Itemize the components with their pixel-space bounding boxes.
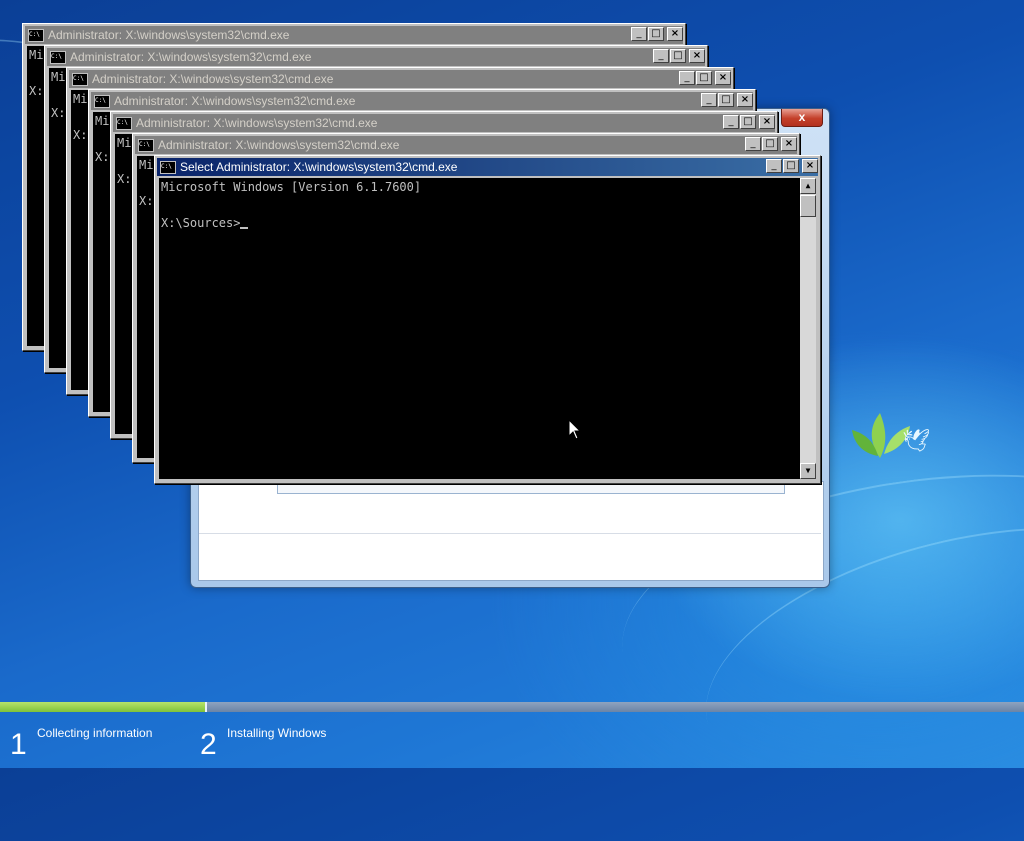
mouse-pointer-icon bbox=[568, 419, 582, 440]
cmd-title-bar[interactable]: C:\ Administrator: X:\windows\system32\cm… bbox=[47, 48, 705, 66]
step-label: Collecting information bbox=[37, 726, 153, 740]
window-controls: _ □ × bbox=[652, 49, 705, 63]
setup-separator bbox=[199, 533, 821, 534]
maximize-button[interactable]: □ bbox=[762, 137, 778, 151]
minimize-button[interactable]: _ bbox=[631, 27, 647, 41]
window-controls: _ □ × bbox=[722, 115, 775, 129]
cmd-title-bar[interactable]: C:\ Administrator: X:\windows\system32\cm… bbox=[113, 114, 775, 132]
cmd-window-active[interactable]: C:\ Select Administrator: X:\windows\syst… bbox=[154, 155, 821, 484]
cmd-title-bar[interactable]: C:\ Administrator: X:\windows\system32\cm… bbox=[25, 26, 683, 44]
minimize-button[interactable]: _ bbox=[653, 49, 669, 63]
window-controls: _ □ × bbox=[765, 159, 818, 173]
close-button[interactable]: × bbox=[802, 159, 818, 173]
close-button[interactable]: × bbox=[667, 27, 683, 41]
setup-dialog-body bbox=[198, 481, 824, 581]
text-cursor bbox=[240, 227, 249, 229]
minimize-button[interactable]: _ bbox=[723, 115, 739, 129]
cmd-title-bar[interactable]: C:\ Administrator: X:\windows\system32\cm… bbox=[69, 70, 731, 88]
cmd-icon: C:\ bbox=[138, 139, 154, 152]
cmd-title: Administrator: X:\windows\system32\cmd.e… bbox=[114, 94, 356, 108]
window-controls: _ □ × bbox=[678, 71, 731, 85]
cmd-title: Administrator: X:\windows\system32\cmd.e… bbox=[92, 72, 334, 86]
maximize-button[interactable]: □ bbox=[670, 49, 686, 63]
window-controls: _ □ × bbox=[744, 137, 797, 151]
cmd-icon: C:\ bbox=[28, 29, 44, 42]
step-label: Installing Windows bbox=[227, 726, 327, 740]
close-button[interactable]: × bbox=[737, 93, 753, 107]
cmd-title: Administrator: X:\windows\system32\cmd.e… bbox=[136, 116, 378, 130]
window-controls: _ □ × bbox=[630, 27, 683, 41]
install-progress-bar bbox=[0, 702, 1024, 712]
scroll-up-arrow-icon[interactable]: ▲ bbox=[800, 178, 816, 194]
scroll-down-arrow-icon[interactable]: ▼ bbox=[800, 463, 816, 479]
console-output[interactable]: Microsoft Windows [Version 6.1.7600] X:\… bbox=[159, 178, 816, 479]
close-button[interactable]: × bbox=[689, 49, 705, 63]
cmd-icon: C:\ bbox=[50, 51, 66, 64]
step-number: 2 bbox=[200, 728, 217, 761]
minimize-button[interactable]: _ bbox=[701, 93, 717, 107]
console-prompt-line[interactable]: X:\Sources> bbox=[159, 214, 816, 232]
minimize-button[interactable]: _ bbox=[679, 71, 695, 85]
cmd-title: Select Administrator: X:\windows\system3… bbox=[180, 160, 458, 174]
cmd-title-bar[interactable]: C:\ Select Administrator: X:\windows\syst… bbox=[157, 158, 818, 176]
minimize-button[interactable]: _ bbox=[745, 137, 761, 151]
wallpaper-bird-icon: 🕊 bbox=[902, 428, 930, 453]
vertical-scrollbar[interactable]: ▲ ▼ bbox=[800, 178, 816, 479]
cmd-title: Administrator: X:\windows\system32\cmd.e… bbox=[158, 138, 400, 152]
close-button[interactable]: × bbox=[759, 115, 775, 129]
maximize-button[interactable]: □ bbox=[783, 159, 799, 173]
maximize-button[interactable]: □ bbox=[648, 27, 664, 41]
cmd-title: Administrator: X:\windows\system32\cmd.e… bbox=[70, 50, 312, 64]
close-button[interactable]: × bbox=[715, 71, 731, 85]
close-button[interactable]: × bbox=[781, 137, 797, 151]
console-prompt: X:\Sources> bbox=[161, 216, 241, 230]
cmd-title-bar[interactable]: C:\ Administrator: X:\windows\system32\cm… bbox=[135, 136, 797, 154]
cmd-icon: C:\ bbox=[72, 73, 88, 86]
cmd-icon: C:\ bbox=[94, 95, 110, 108]
maximize-button[interactable]: □ bbox=[718, 93, 734, 107]
progress-step-divider bbox=[204, 702, 207, 712]
minimize-button[interactable]: _ bbox=[766, 159, 782, 173]
console-line: Microsoft Windows [Version 6.1.7600] bbox=[161, 180, 422, 194]
cmd-title-bar[interactable]: C:\ Administrator: X:\windows\system32\cm… bbox=[91, 92, 753, 110]
maximize-button[interactable]: □ bbox=[740, 115, 756, 129]
maximize-button[interactable]: □ bbox=[696, 71, 712, 85]
step-number: 1 bbox=[10, 728, 27, 761]
setup-close-button[interactable]: x bbox=[781, 109, 823, 127]
cmd-icon: C:\ bbox=[116, 117, 132, 130]
scrollbar-thumb[interactable] bbox=[800, 195, 816, 217]
cmd-icon: C:\ bbox=[160, 161, 176, 174]
setup-input-frame bbox=[277, 483, 785, 494]
install-progress-fill bbox=[0, 702, 205, 712]
cmd-title: Administrator: X:\windows\system32\cmd.e… bbox=[48, 28, 290, 42]
window-controls: _ □ × bbox=[700, 93, 753, 107]
